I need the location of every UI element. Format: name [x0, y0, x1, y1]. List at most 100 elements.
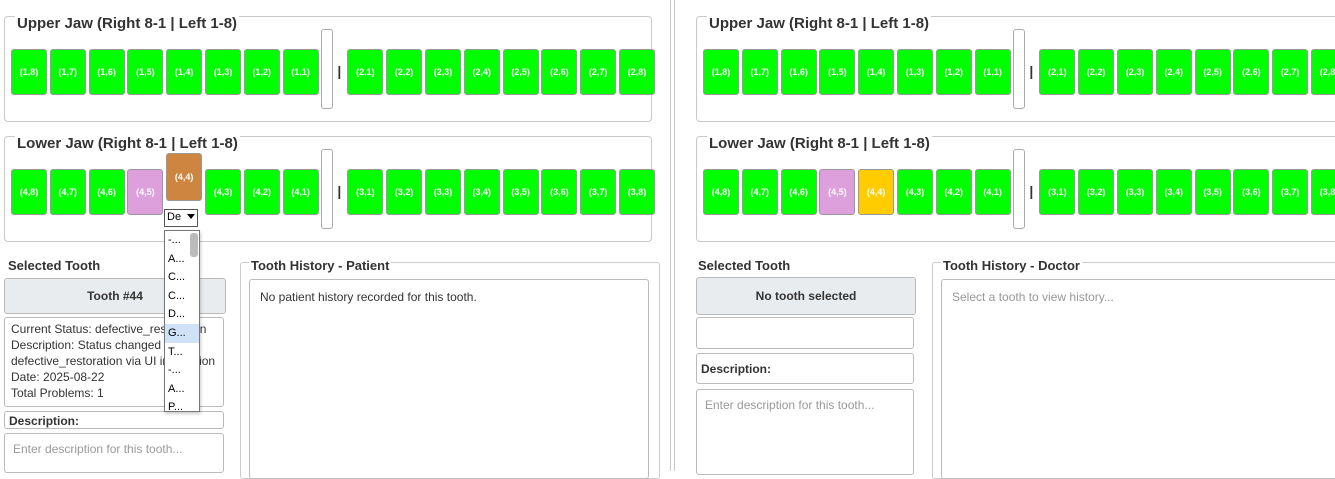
- tooth-button[interactable]: (3,6): [541, 169, 578, 215]
- tooth-button[interactable]: (2,4): [463, 49, 500, 95]
- tooth-button[interactable]: (3,5): [1194, 169, 1231, 215]
- status-option[interactable]: A...: [165, 380, 199, 399]
- tooth-button[interactable]: (4,8): [11, 169, 47, 215]
- tooth-button[interactable]: (3,8): [619, 169, 655, 215]
- tooth-button[interactable]: (2,6): [1233, 49, 1270, 95]
- status-option[interactable]: D...: [165, 305, 199, 324]
- status-option[interactable]: C...: [165, 268, 199, 287]
- tooth-button[interactable]: (1,4): [166, 49, 203, 95]
- history-title: Tooth History - Patient: [249, 258, 392, 273]
- tooth-button[interactable]: (2,7): [1272, 49, 1309, 95]
- tooth-button[interactable]: (1,4): [858, 49, 895, 95]
- tooth-button[interactable]: (1,2): [243, 49, 280, 95]
- tooth-button[interactable]: (3,1): [1039, 169, 1076, 215]
- tooth-button[interactable]: (3,3): [425, 169, 461, 215]
- tooth-button[interactable]: (4,4): [858, 169, 895, 215]
- selected-tooth-button[interactable]: No tooth selected: [696, 277, 916, 315]
- tooth-button[interactable]: (4,7): [741, 169, 778, 215]
- tooth-button[interactable]: (1,6): [88, 49, 125, 95]
- selected-tooth-panel: Selected Tooth No tooth selected Descrip…: [694, 258, 920, 475]
- tooth-button[interactable]: (4,7): [49, 169, 86, 215]
- tooth-button[interactable]: (1,8): [703, 49, 739, 95]
- midline-separator: |: [1029, 183, 1034, 199]
- tooth-button[interactable]: (4,3): [897, 169, 933, 215]
- tooth-button[interactable]: (1,3): [897, 49, 933, 95]
- status-option[interactable]: -...: [165, 361, 199, 380]
- tooth-button[interactable]: (2,3): [425, 49, 461, 95]
- tooth-button[interactable]: (1,8): [11, 49, 47, 95]
- status-option[interactable]: C...: [165, 287, 199, 306]
- tooth-button[interactable]: (3,2): [1078, 169, 1115, 215]
- tooth-button[interactable]: (2,4): [1155, 49, 1192, 95]
- status-option-highlighted[interactable]: G...: [165, 323, 199, 343]
- status-option[interactable]: P...: [165, 398, 199, 417]
- tooth-button[interactable]: (2,7): [580, 49, 617, 95]
- tooth-button[interactable]: (4,2): [243, 169, 280, 215]
- tooth-button[interactable]: (3,1): [347, 169, 384, 215]
- history-content: Select a tooth to view history...: [941, 279, 1335, 479]
- tooth-button[interactable]: (3,3): [1117, 169, 1153, 215]
- history-title: Tooth History - Doctor: [941, 258, 1082, 273]
- lower-jaw-title: Lower Jaw (Right 8-1 | Left 1-8): [15, 135, 240, 152]
- tooth-button[interactable]: (4,8): [703, 169, 739, 215]
- scrollbar-thumb[interactable]: [190, 233, 198, 257]
- status-options-list[interactable]: -... A... C... C... D... G... T... -... …: [164, 230, 200, 413]
- midline-slot: [321, 29, 334, 109]
- tooth-button[interactable]: (3,5): [502, 169, 539, 215]
- tooth-button[interactable]: (4,6): [88, 169, 125, 215]
- tooth-button[interactable]: (3,8): [1311, 169, 1335, 215]
- description-label: Description:: [696, 353, 914, 384]
- tooth-button[interactable]: (4,5): [127, 169, 164, 215]
- tooth-button[interactable]: (4,1): [282, 169, 319, 215]
- tooth-button[interactable]: (3,4): [463, 169, 500, 215]
- tooth-button[interactable]: (3,4): [1155, 169, 1192, 215]
- midline-slot: [1013, 29, 1026, 109]
- tooth-button[interactable]: (4,3): [205, 169, 241, 215]
- midline-separator: |: [337, 63, 342, 79]
- tooth-button[interactable]: (4,6): [780, 169, 817, 215]
- history-panel: Tooth History - Patient No patient histo…: [240, 258, 660, 479]
- lower-jaw-panel: Lower Jaw (Right 8-1 | Left 1-8) (4,8) (4…: [696, 135, 1335, 242]
- tooth-button[interactable]: (1,2): [935, 49, 972, 95]
- tooth-button[interactable]: (2,1): [347, 49, 384, 95]
- tooth-button[interactable]: (3,2): [386, 169, 423, 215]
- history-content: No patient history recorded for this too…: [249, 279, 649, 479]
- lower-jaw-panel: Lower Jaw (Right 8-1 | Left 1-8) (4,8) (4…: [4, 135, 655, 242]
- tooth-button[interactable]: (4,5): [819, 169, 856, 215]
- tooth-button[interactable]: (3,7): [580, 169, 617, 215]
- tooth-button[interactable]: (2,1): [1039, 49, 1076, 95]
- tooth-button[interactable]: (1,1): [282, 49, 319, 95]
- tooth-button[interactable]: (2,2): [386, 49, 423, 95]
- tooth-button[interactable]: (2,5): [502, 49, 539, 95]
- description-input[interactable]: Enter description for this tooth...: [4, 433, 224, 473]
- tooth-button[interactable]: (3,7): [1272, 169, 1309, 215]
- tooth-button[interactable]: (3,6): [1233, 169, 1270, 215]
- tooth-button[interactable]: (1,3): [205, 49, 241, 95]
- tooth-button[interactable]: (1,7): [49, 49, 86, 95]
- history-placeholder: Select a tooth to view history...: [952, 290, 1114, 304]
- status-option[interactable]: T...: [165, 343, 199, 362]
- tooth-button[interactable]: (1,1): [974, 49, 1011, 95]
- tooth-button[interactable]: (2,8): [1311, 49, 1335, 95]
- tooth-button[interactable]: (1,7): [741, 49, 778, 95]
- upper-jaw-title: Upper Jaw (Right 8-1 | Left 1-8): [15, 15, 240, 32]
- tooth-button[interactable]: (1,5): [127, 49, 164, 95]
- tooth-button[interactable]: (2,6): [541, 49, 578, 95]
- tooth-button[interactable]: (4,2): [935, 169, 972, 215]
- midline-slot: [1013, 149, 1026, 229]
- tooth-button[interactable]: (2,3): [1117, 49, 1153, 95]
- tooth-button[interactable]: (2,2): [1078, 49, 1115, 95]
- pane-divider[interactable]: [670, 0, 675, 471]
- lower-jaw-title: Lower Jaw (Right 8-1 | Left 1-8): [707, 135, 932, 152]
- description-input[interactable]: Enter description for this tooth...: [696, 389, 914, 475]
- midline-slot: [321, 149, 334, 229]
- tooth-button[interactable]: (2,8): [619, 49, 655, 95]
- tooth-button[interactable]: (1,5): [819, 49, 856, 95]
- doctor-pane: Upper Jaw (Right 8-1 | Left 1-8) (1,8) (1…: [692, 0, 1335, 479]
- tooth-info-box: [696, 317, 914, 349]
- tooth-button[interactable]: (4,4): [166, 153, 203, 201]
- tooth-button[interactable]: (1,6): [780, 49, 817, 95]
- status-select[interactable]: De: [164, 209, 198, 227]
- tooth-button[interactable]: (4,1): [974, 169, 1011, 215]
- tooth-button[interactable]: (2,5): [1194, 49, 1231, 95]
